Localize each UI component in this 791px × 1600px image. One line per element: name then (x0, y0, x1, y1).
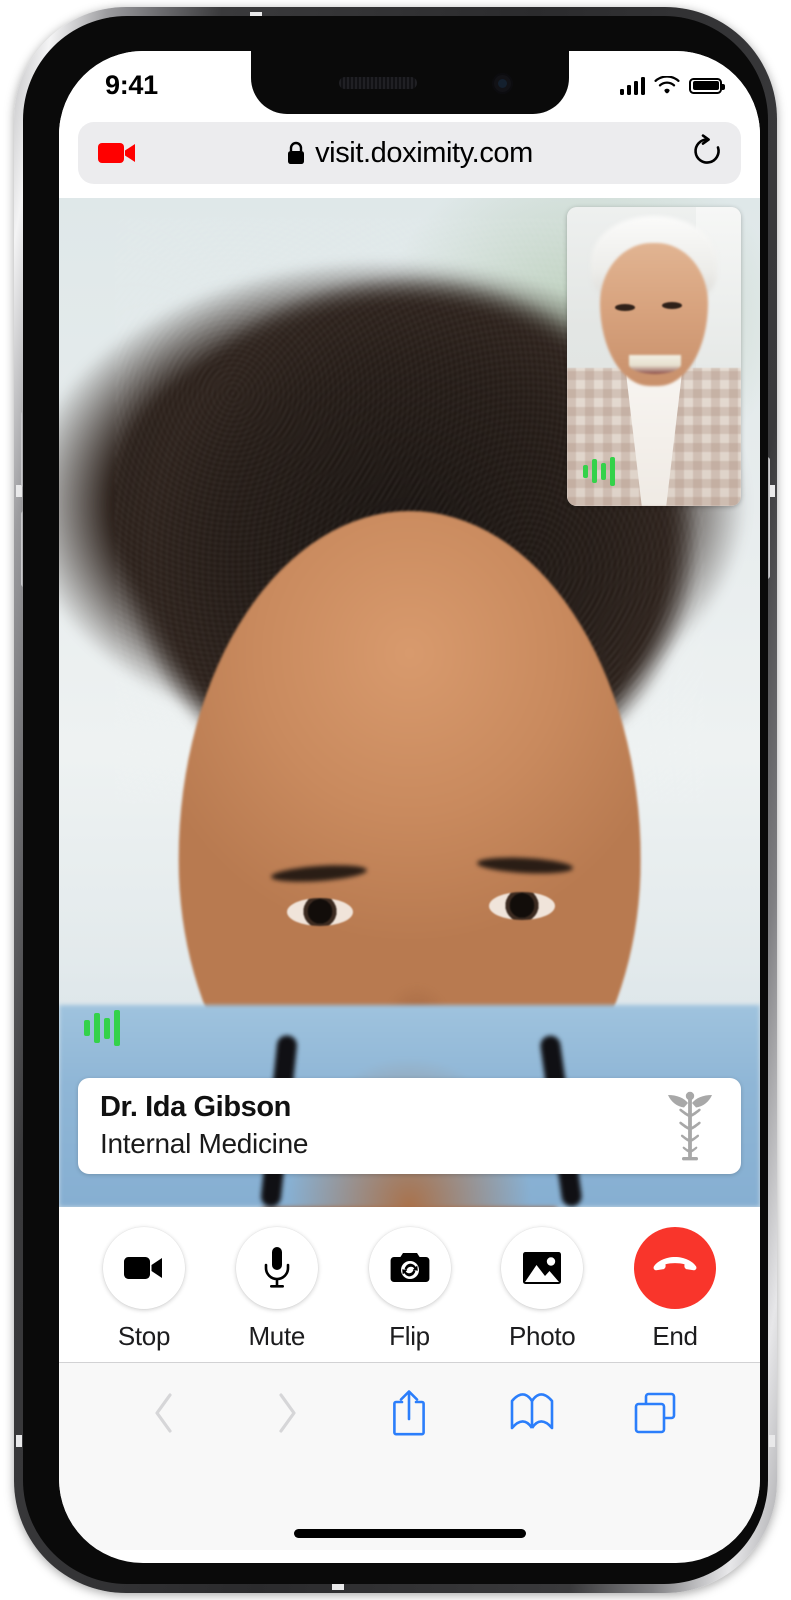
url-bar[interactable]: visit.doximity.com (78, 122, 741, 184)
flip-camera-button-circle[interactable] (368, 1227, 451, 1309)
cellular-signal-icon (619, 76, 645, 95)
end-call-button-circle[interactable] (634, 1227, 716, 1309)
stop-video-button[interactable]: Stop (95, 1227, 193, 1352)
book-icon (510, 1392, 554, 1429)
back-chevron-icon (155, 1392, 172, 1433)
phone-device-frame: 9:41 visit.doximity.com Dr. Ida Gibson I… (14, 7, 777, 1593)
self-view-eye-left (615, 304, 635, 311)
call-controls-bar: Stop Mute Flip Photo End (59, 1207, 760, 1362)
phone-hangup-icon (653, 1257, 697, 1271)
remote-video-eye-right (489, 892, 555, 920)
forward-button[interactable] (226, 1392, 349, 1434)
doctor-specialty: Internal Medicine (100, 1128, 309, 1160)
caduceus-icon (668, 1091, 712, 1161)
home-indicator[interactable] (293, 1529, 526, 1538)
photo-label: Photo (509, 1321, 576, 1351)
status-time: 9:41 (105, 70, 158, 100)
url-display: visit.doximity.com (78, 137, 741, 170)
forward-chevron-icon (279, 1392, 296, 1433)
video-camera-active-icon[interactable] (98, 140, 138, 166)
share-icon (393, 1389, 426, 1435)
camera-flip-icon (390, 1253, 429, 1282)
antenna-line-right-lower (769, 1435, 775, 1447)
microphone-icon (264, 1247, 290, 1288)
safari-url-bar-container: visit.doximity.com (59, 114, 760, 198)
mute-button-circle[interactable] (235, 1227, 318, 1309)
battery-full-icon (689, 77, 725, 94)
safari-bottom-area (59, 1362, 760, 1550)
status-indicators (619, 70, 725, 95)
bookmarks-button[interactable] (471, 1392, 594, 1434)
antenna-line-bottom-left (332, 1584, 344, 1590)
share-button[interactable] (348, 1389, 471, 1437)
safari-bottom-toolbar (59, 1362, 760, 1462)
antenna-line-left-lower (16, 1435, 22, 1447)
picture-in-picture-self-view[interactable] (567, 207, 741, 506)
photo-button-circle[interactable] (501, 1227, 584, 1309)
url-text: visit.doximity.com (315, 136, 533, 169)
video-call-stage: Dr. Ida Gibson Internal Medicine (59, 198, 760, 1207)
earpiece-speaker-icon (338, 77, 417, 89)
audio-waveform-icon (84, 1009, 120, 1047)
photo-button[interactable]: Photo (493, 1227, 591, 1352)
tabs-icon (634, 1392, 675, 1433)
antenna-line-left-upper (16, 485, 22, 497)
photo-image-icon (523, 1252, 562, 1284)
self-view-eye-right (662, 302, 682, 309)
doctor-name: Dr. Ida Gibson (100, 1091, 291, 1124)
flip-camera-button[interactable]: Flip (361, 1227, 459, 1352)
remote-video-eye-left (287, 898, 353, 926)
stop-video-button-circle[interactable] (103, 1227, 185, 1309)
lock-icon (288, 141, 305, 164)
end-call-label: End (652, 1321, 698, 1351)
mute-label: Mute (248, 1321, 306, 1351)
tabs-button[interactable] (593, 1391, 716, 1435)
video-camera-icon (124, 1257, 162, 1279)
self-view-smile (629, 355, 681, 374)
front-camera-icon (491, 73, 513, 94)
flip-camera-label: Flip (389, 1321, 430, 1351)
doctor-info-card: Dr. Ida Gibson Internal Medicine (78, 1078, 741, 1174)
doctor-card-text: Dr. Ida Gibson Internal Medicine (100, 1089, 661, 1163)
audio-waveform-icon (583, 456, 615, 486)
phone-screen: 9:41 visit.doximity.com Dr. Ida Gibson I… (59, 51, 760, 1563)
end-call-button[interactable]: End (626, 1227, 724, 1352)
stop-video-label: Stop (117, 1321, 171, 1351)
mute-button[interactable]: Mute (228, 1227, 326, 1352)
wifi-icon (654, 76, 680, 94)
reload-icon[interactable] (691, 133, 723, 173)
notch (250, 51, 569, 114)
back-button[interactable] (103, 1392, 226, 1434)
